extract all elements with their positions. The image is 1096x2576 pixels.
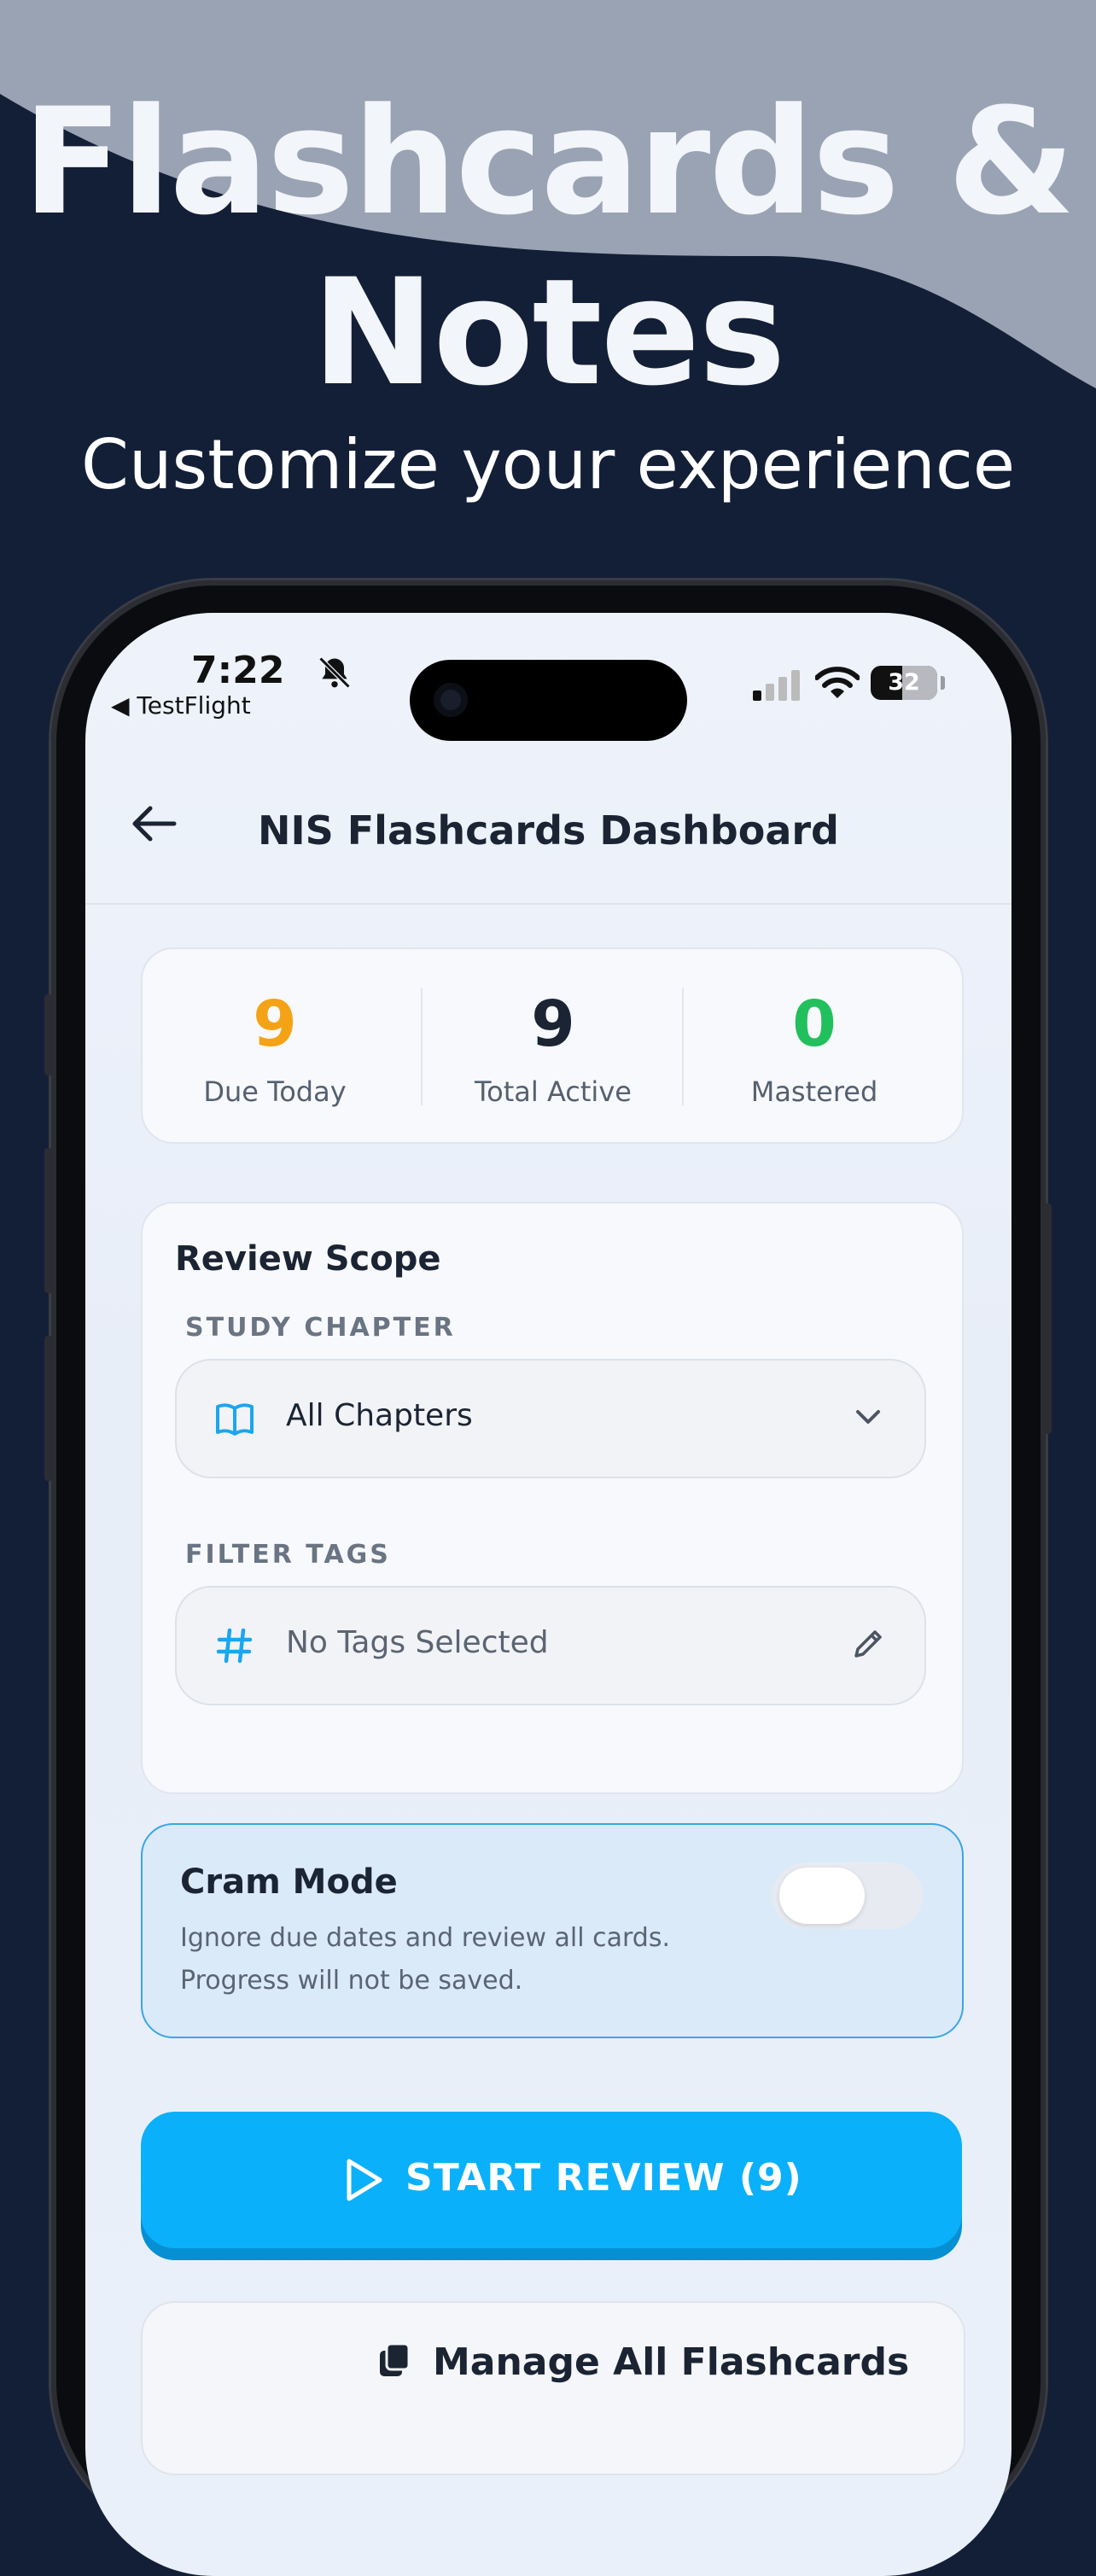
promo-headline-line2: Notes bbox=[312, 247, 785, 418]
phone-volume-up-button bbox=[44, 1148, 53, 1293]
battery-indicator: 32 bbox=[871, 666, 937, 700]
navigation-bar: NIS Flashcards Dashboard bbox=[85, 741, 1011, 905]
study-chapter-label: STUDY CHAPTER bbox=[185, 1313, 456, 1343]
filter-tags-label: FILTER TAGS bbox=[185, 1540, 391, 1570]
battery-tip bbox=[941, 676, 945, 690]
study-chapter-dropdown[interactable]: All Chapters bbox=[175, 1359, 926, 1478]
phone-power-button bbox=[1043, 1203, 1052, 1434]
start-review-button[interactable]: START REVIEW (9) bbox=[141, 2112, 962, 2248]
stat-mastered: 0 Mastered bbox=[682, 949, 947, 1142]
cram-mode-description: Ignore due dates and review all cards. P… bbox=[180, 1917, 778, 2002]
manage-all-flashcards-label: Manage All Flashcards bbox=[433, 2340, 910, 2384]
review-scope-card: Review Scope STUDY CHAPTER All Chapters … bbox=[141, 1202, 964, 1794]
stat-mastered-value: 0 bbox=[792, 988, 837, 1061]
manage-all-flashcards-button[interactable]: Manage All Flashcards bbox=[141, 2301, 965, 2475]
cellular-signal-icon bbox=[753, 670, 800, 701]
phone-volume-down-button bbox=[44, 1336, 53, 1481]
play-icon bbox=[347, 2159, 382, 2201]
app-screen: 7:22 ◀ TestFlight 32 NIS Flashcards Dash… bbox=[85, 613, 1011, 2576]
toggle-knob bbox=[779, 1868, 865, 1924]
front-camera bbox=[434, 683, 468, 717]
cram-mode-title: Cram Mode bbox=[180, 1862, 398, 1902]
back-to-testflight-link[interactable]: ◀ TestFlight bbox=[111, 691, 251, 720]
bell-slash-icon bbox=[318, 656, 351, 689]
cram-mode-description-line1: Ignore due dates and review all cards. bbox=[180, 1923, 670, 1953]
promo-headline-line1: Flashcards & bbox=[22, 76, 1076, 248]
stats-card: 9 Due Today 9 Total Active 0 Mastered bbox=[141, 947, 964, 1144]
stat-mastered-label: Mastered bbox=[750, 1075, 878, 1108]
stat-due-today-value: 9 bbox=[253, 988, 297, 1061]
page-title: NIS Flashcards Dashboard bbox=[258, 807, 839, 854]
filter-tags-field[interactable]: No Tags Selected bbox=[175, 1586, 926, 1705]
review-scope-title: Review Scope bbox=[175, 1239, 441, 1279]
stat-due-today: 9 Due Today bbox=[143, 949, 407, 1142]
wifi-icon bbox=[815, 667, 860, 698]
stat-total-active: 9 Total Active bbox=[421, 949, 685, 1142]
filter-tags-value: No Tags Selected bbox=[286, 1625, 549, 1660]
cram-mode-toggle[interactable] bbox=[772, 1862, 923, 1929]
cram-mode-card: Cram Mode Ignore due dates and review al… bbox=[141, 1823, 964, 2038]
promo-subheadline: Customize your experience bbox=[80, 425, 1016, 504]
cards-stack-icon bbox=[380, 2342, 411, 2376]
stat-total-active-label: Total Active bbox=[475, 1075, 632, 1108]
stat-due-today-label: Due Today bbox=[203, 1075, 347, 1108]
hashtag-icon bbox=[216, 1628, 253, 1664]
status-time: 7:22 bbox=[191, 649, 285, 692]
book-open-icon bbox=[216, 1403, 254, 1436]
stat-total-active-value: 9 bbox=[531, 988, 575, 1061]
start-review-label: START REVIEW (9) bbox=[405, 2156, 802, 2200]
pencil-edit-icon[interactable] bbox=[849, 1625, 887, 1663]
dynamic-island bbox=[410, 660, 687, 741]
chevron-down-icon bbox=[856, 1410, 880, 1424]
phone-action-button bbox=[44, 994, 53, 1075]
battery-level: 32 bbox=[888, 669, 920, 696]
study-chapter-value: All Chapters bbox=[286, 1398, 473, 1433]
cram-mode-description-line2: Progress will not be saved. bbox=[180, 1966, 523, 1996]
